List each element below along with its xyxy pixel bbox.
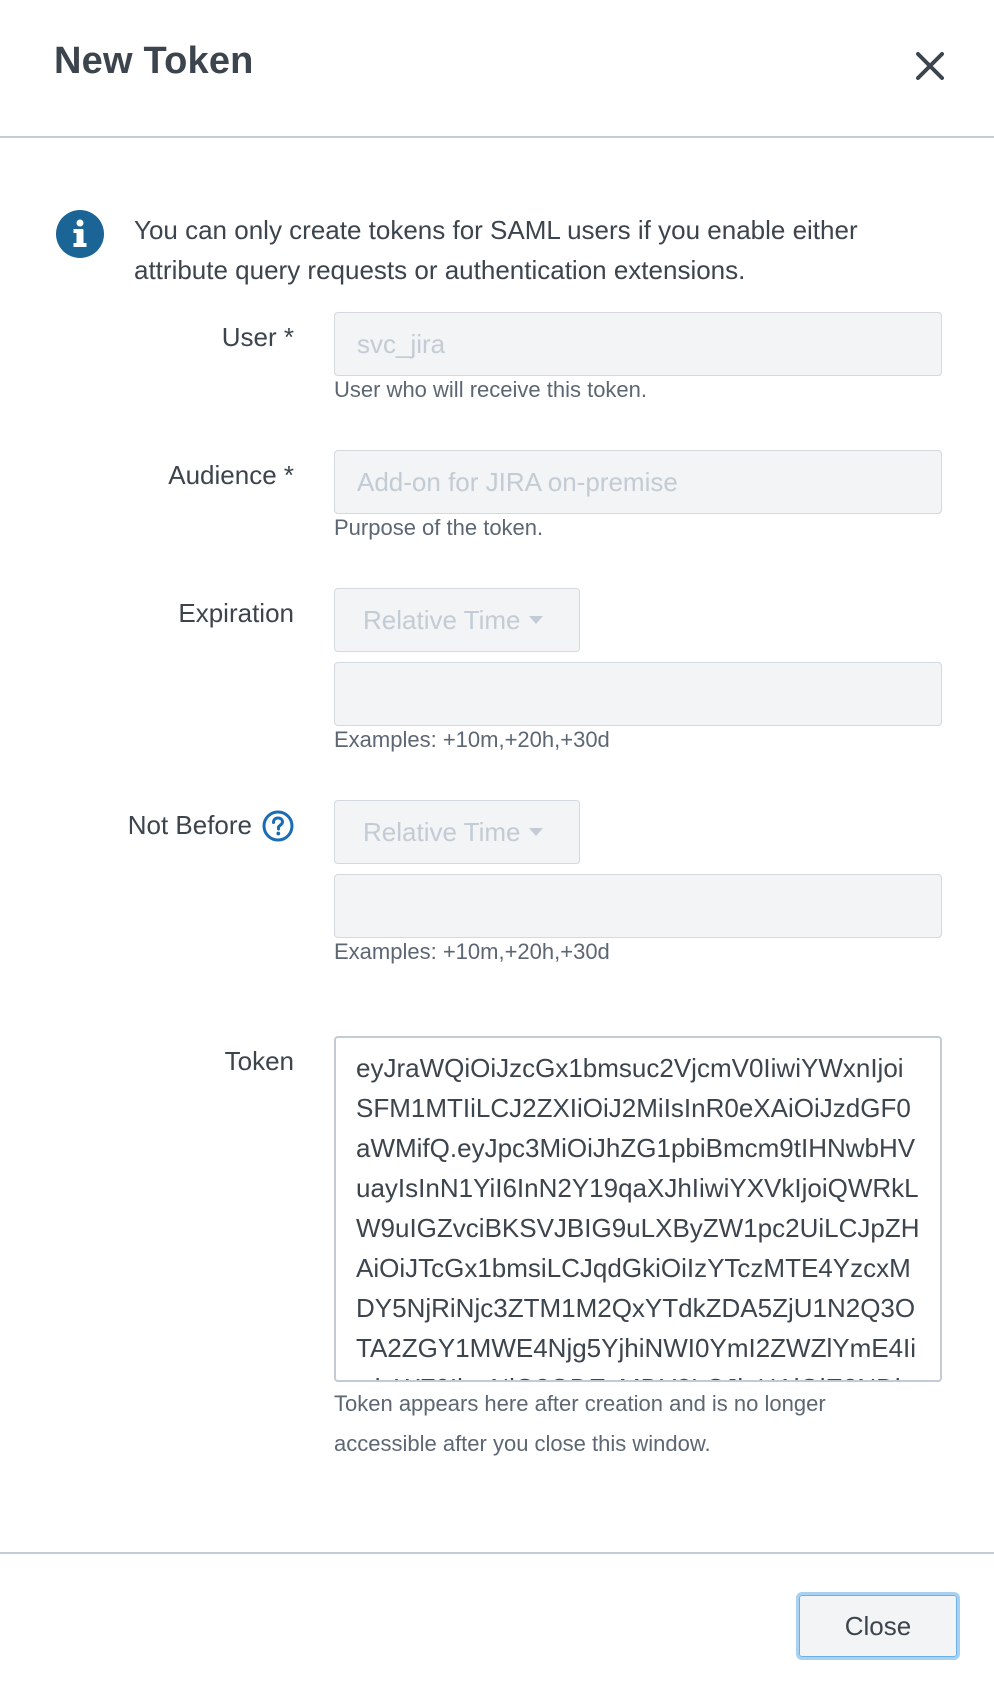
dialog-title: New Token [54,40,254,82]
expiration-input[interactable] [334,662,942,726]
user-label: User * [221,322,294,352]
not-before-dropdown[interactable]: Relative Time [334,800,580,864]
close-button[interactable]: Close [796,1592,960,1660]
expiration-dropdown-label: Relative Time [363,605,521,635]
not-before-help-text: Examples: +10m,+20h,+30d [334,939,610,964]
user-help-text: User who will receive this token. [334,377,648,402]
dialog-footer: Close [0,1552,994,1694]
token-label: Token [224,1046,294,1076]
not-before-label: Not Before [127,810,252,840]
token-value: eyJraWQiOiJzcGx1bmsuc2VjcmV0IiwiYWxnIjoi… [356,1053,920,1380]
audience-input[interactable]: Add-on for JIRA on-premise [334,450,942,514]
expiration-label: Expiration [178,598,294,628]
dialog-header: New Token [0,0,994,138]
expiration-help-text: Examples: +10m,+20h,+30d [334,727,610,752]
question-circle-icon[interactable] [262,810,294,842]
not-before-dropdown-label: Relative Time [363,817,521,847]
audience-help-text: Purpose of the token. [334,515,544,540]
close-icon[interactable] [908,44,952,88]
token-help-text: Token appears here after creation and is… [334,1391,826,1456]
chevron-down-icon [528,616,543,625]
not-before-input[interactable] [334,874,942,938]
info-icon [56,210,104,258]
audience-label: Audience * [168,460,294,490]
new-token-dialog: New Token You can only create tokens for… [0,0,994,1694]
user-input[interactable]: svc_jira [334,312,942,376]
info-text: You can only create tokens for SAML user… [134,215,858,285]
expiration-dropdown[interactable]: Relative Time [334,588,580,652]
token-textarea[interactable]: eyJraWQiOiJzcGx1bmsuc2VjcmV0IiwiYWxnIjoi… [334,1036,942,1382]
dialog-body: You can only create tokens for SAML user… [0,138,994,1552]
chevron-down-icon [528,828,543,837]
